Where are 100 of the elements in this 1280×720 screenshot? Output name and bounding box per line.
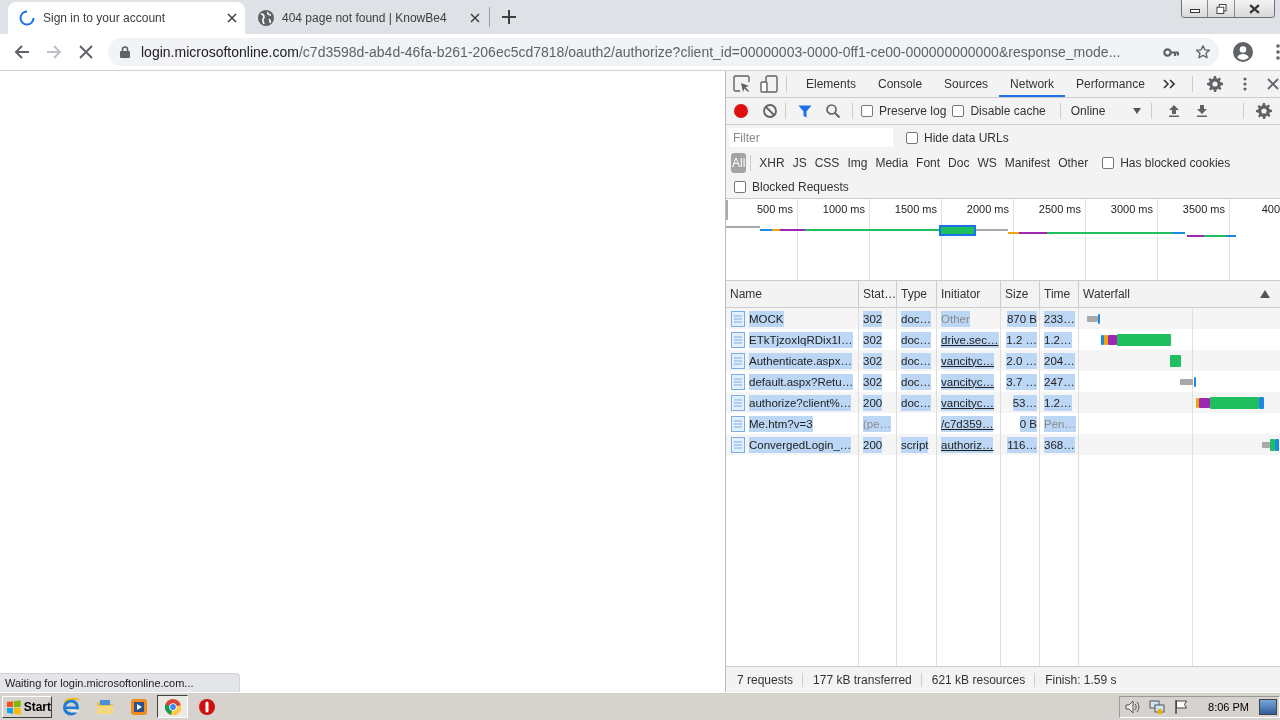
checkbox[interactable] bbox=[906, 131, 918, 144]
close-icon[interactable] bbox=[470, 13, 480, 23]
request-row[interactable]: ETkTjzoxIqRDix1I… 302 doc… drive.sec… 1.2 … 1.2… bbox=[726, 329, 1280, 350]
request-name[interactable]: ETkTjzoxIqRDix1I… bbox=[749, 331, 853, 348]
checkbox[interactable] bbox=[952, 105, 965, 117]
panel-tab[interactable]: Performance bbox=[1065, 71, 1156, 97]
clear-icon[interactable] bbox=[763, 104, 777, 118]
minimize-button[interactable] bbox=[1182, 0, 1208, 17]
panel-tab[interactable]: Console bbox=[867, 71, 934, 97]
request-row[interactable]: default.aspx?Retu… 302 doc… vancityc… 3.7 … 247… bbox=[726, 371, 1280, 392]
type-filter-button[interactable]: Manifest bbox=[1000, 153, 1055, 172]
key-icon[interactable] bbox=[1163, 47, 1179, 57]
column-header[interactable]: Time bbox=[1044, 287, 1071, 301]
filter-input[interactable]: Filter bbox=[729, 128, 893, 147]
column-header[interactable]: Size bbox=[1005, 287, 1029, 301]
checkbox[interactable] bbox=[1102, 156, 1115, 169]
star-icon[interactable] bbox=[1195, 44, 1211, 60]
column-header[interactable]: Initiator bbox=[941, 287, 981, 301]
checkbox-label[interactable]: Hide data URLs bbox=[924, 130, 1009, 145]
chevron-double-right-icon[interactable] bbox=[1162, 79, 1175, 89]
profile-avatar-icon[interactable] bbox=[1233, 42, 1253, 62]
type-filter-button[interactable]: Doc bbox=[944, 153, 974, 172]
download-icon[interactable] bbox=[1196, 105, 1207, 117]
type-filter-button[interactable]: CSS bbox=[810, 153, 844, 172]
panel-tab[interactable]: Elements bbox=[795, 71, 868, 97]
initiator-link[interactable]: vancityc… bbox=[941, 373, 995, 390]
back-arrow-icon[interactable] bbox=[14, 44, 30, 60]
request-row[interactable]: Me.htm?v=3 (pe… /c7d359… 0 B Pen… bbox=[726, 413, 1280, 434]
request-name[interactable]: Me.htm?v=3 bbox=[749, 415, 813, 432]
request-row[interactable]: ConvergedLogin_… 200 script authoriz… 116… 368… bbox=[726, 434, 1280, 455]
initiator-link[interactable]: drive.sec… bbox=[941, 331, 999, 348]
time-value: 233… bbox=[1044, 310, 1075, 327]
document-icon bbox=[731, 415, 745, 432]
stop-icon[interactable] bbox=[78, 44, 94, 60]
time-value: 247… bbox=[1044, 373, 1075, 390]
clock-time[interactable]: 8:06 PM bbox=[1208, 700, 1249, 713]
type-filter-button[interactable]: Other bbox=[1054, 153, 1093, 172]
speaker-icon[interactable] bbox=[1125, 698, 1142, 715]
start-button[interactable]: Start bbox=[2, 695, 52, 718]
type-filter-button[interactable]: XHR bbox=[755, 153, 789, 172]
checkbox[interactable] bbox=[861, 105, 873, 117]
browser-tab[interactable]: Sign in to your account bbox=[8, 2, 245, 34]
e-logo-icon bbox=[61, 697, 80, 716]
checkbox-label[interactable]: Preserve log bbox=[879, 104, 947, 118]
request-name[interactable]: default.aspx?Retu… bbox=[749, 373, 854, 390]
network-icon[interactable] bbox=[1149, 698, 1166, 715]
initiator-link[interactable]: vancityc… bbox=[941, 352, 995, 369]
column-header[interactable]: Stat… bbox=[863, 287, 897, 301]
record-icon[interactable] bbox=[734, 104, 748, 118]
initiator-link[interactable]: /c7d359… bbox=[941, 415, 994, 432]
checkbox-label[interactable]: Blocked Requests bbox=[752, 179, 849, 194]
device-toolbar-icon[interactable] bbox=[760, 75, 778, 93]
request-name[interactable]: MOCK bbox=[749, 310, 784, 327]
taskbar-app-button[interactable] bbox=[157, 695, 188, 718]
request-name[interactable]: ConvergedLogin_… bbox=[749, 436, 852, 453]
size-value: 1.2 … bbox=[1006, 331, 1037, 348]
throttling-dropdown[interactable]: Online bbox=[1068, 104, 1143, 118]
size-value: 116… bbox=[1007, 436, 1037, 453]
close-button[interactable] bbox=[1235, 0, 1274, 17]
menu-icon[interactable] bbox=[1242, 77, 1247, 91]
show-desktop-button[interactable] bbox=[1259, 698, 1277, 715]
upload-icon[interactable] bbox=[1168, 105, 1179, 117]
browser-tab[interactable]: 404 page not found | KnowBe4 bbox=[245, 2, 489, 34]
type-filter-button[interactable]: Media bbox=[871, 153, 913, 172]
folder-icon bbox=[95, 697, 114, 716]
initiator-link[interactable]: vancityc… bbox=[941, 394, 995, 411]
request-row[interactable]: Authenticate.aspx… 302 doc… vancityc… 2.0 … 204… bbox=[726, 350, 1280, 371]
column-header[interactable]: Waterfall bbox=[1083, 287, 1130, 301]
filter-icon[interactable] bbox=[798, 104, 812, 118]
request-name[interactable]: Authenticate.aspx… bbox=[749, 352, 852, 369]
menu-icon[interactable] bbox=[1276, 44, 1280, 60]
range-handle[interactable] bbox=[726, 200, 728, 220]
restore-button[interactable] bbox=[1208, 0, 1235, 17]
document-icon bbox=[731, 331, 745, 348]
request-row[interactable]: MOCK 302 doc… Other 870 B 233… bbox=[726, 308, 1280, 329]
checkbox[interactable] bbox=[734, 180, 746, 193]
inspect-element-icon[interactable] bbox=[733, 75, 751, 93]
request-row[interactable]: authorize?client%… 200 doc… vancityc… 53… 1.2… bbox=[726, 392, 1280, 413]
close-icon[interactable] bbox=[1266, 78, 1279, 90]
type-filter-button[interactable]: Font bbox=[912, 153, 945, 172]
close-icon[interactable] bbox=[227, 13, 237, 23]
type-filter-button[interactable]: WS bbox=[973, 153, 1001, 172]
type-filter-button[interactable]: JS bbox=[788, 153, 811, 172]
search-icon[interactable] bbox=[826, 104, 840, 118]
plus-icon[interactable] bbox=[502, 10, 516, 24]
address-bar[interactable]: login.microsoftonline.com/c7d3598d-ab4d-46fa-b261-206ec5cd7818/oauth2/authorize?client_id=00000003-0000-0ff1-ce00-000000000000&response_mode... bbox=[108, 38, 1219, 66]
flag-icon[interactable] bbox=[1173, 698, 1190, 715]
document-icon bbox=[731, 436, 745, 453]
checkbox-label[interactable]: Disable cache bbox=[970, 104, 1046, 118]
panel-tab[interactable]: Sources bbox=[933, 71, 1000, 97]
settings-icon[interactable] bbox=[1206, 76, 1223, 92]
column-header[interactable]: Type bbox=[901, 287, 927, 301]
request-name[interactable]: authorize?client%… bbox=[749, 394, 852, 411]
document-icon bbox=[731, 394, 745, 411]
column-header[interactable]: Name bbox=[730, 287, 762, 301]
initiator-link[interactable]: authoriz… bbox=[941, 436, 994, 453]
checkbox-label[interactable]: Has blocked cookies bbox=[1120, 155, 1231, 170]
type-filter-button[interactable]: Img bbox=[843, 153, 872, 172]
settings-icon[interactable] bbox=[1256, 103, 1272, 119]
sort-ascending-icon[interactable] bbox=[1260, 290, 1270, 298]
